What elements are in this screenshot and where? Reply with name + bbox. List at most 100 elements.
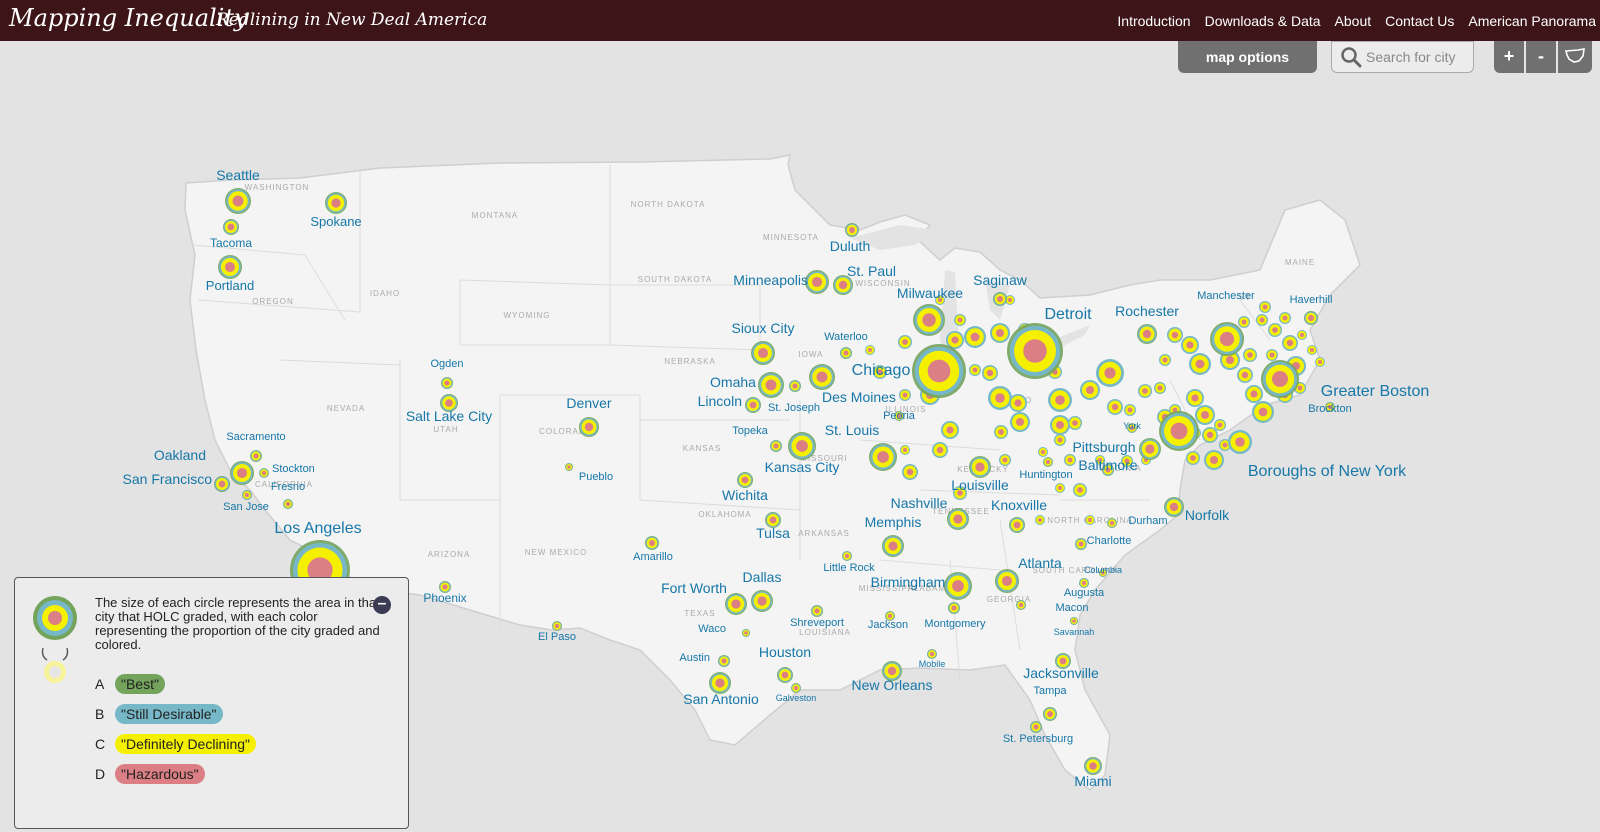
- city-marker[interactable]: [993, 292, 1007, 306]
- city-marker[interactable]: [259, 468, 269, 478]
- city-marker[interactable]: [869, 443, 897, 471]
- city-marker[interactable]: [770, 440, 782, 452]
- city-label[interactable]: Phoenix: [423, 591, 466, 605]
- city-dot[interactable]: [1247, 352, 1253, 358]
- city-marker[interactable]: [842, 551, 852, 561]
- city-dot[interactable]: [1250, 390, 1258, 398]
- city-dot[interactable]: [1142, 388, 1148, 394]
- city-label[interactable]: Shreveport: [790, 617, 844, 629]
- nav-american-panorama[interactable]: American Panorama: [1468, 13, 1596, 29]
- city-marker[interactable]: [250, 450, 262, 462]
- city-marker[interactable]: [1304, 311, 1318, 325]
- city-label[interactable]: St. Petersburg: [1003, 733, 1073, 745]
- city-marker[interactable]: [947, 508, 969, 530]
- city-label[interactable]: Columbia: [1084, 565, 1122, 575]
- city-marker[interactable]: [579, 417, 599, 437]
- city-label[interactable]: Manchester: [1197, 290, 1255, 302]
- city-dot[interactable]: [998, 429, 1004, 435]
- city-marker[interactable]: [751, 590, 773, 612]
- city-label[interactable]: Portland: [206, 278, 254, 293]
- city-dot[interactable]: [1217, 422, 1223, 428]
- city-dot[interactable]: [1016, 418, 1024, 426]
- city-dot[interactable]: [1286, 339, 1294, 347]
- city-label[interactable]: Pueblo: [579, 471, 613, 483]
- city-label[interactable]: El Paso: [538, 631, 576, 643]
- city-label[interactable]: Denver: [566, 395, 611, 411]
- city-label[interactable]: Charlotte: [1087, 535, 1132, 547]
- city-label[interactable]: Memphis: [865, 514, 922, 530]
- city-label[interactable]: Stockton: [272, 463, 315, 475]
- city-dot[interactable]: [957, 317, 963, 323]
- city-marker[interactable]: [969, 456, 991, 478]
- city-marker[interactable]: [230, 461, 254, 485]
- city-label[interactable]: Huntington: [1019, 469, 1072, 481]
- city-dot[interactable]: [972, 367, 978, 373]
- city-dot[interactable]: [1088, 518, 1092, 522]
- city-label[interactable]: Jacksonville: [1023, 665, 1099, 681]
- city-dot[interactable]: [868, 348, 872, 352]
- city-dot[interactable]: [951, 336, 959, 344]
- city-marker[interactable]: [1009, 517, 1025, 533]
- city-marker[interactable]: [758, 372, 784, 398]
- city-dot[interactable]: [986, 369, 994, 377]
- city-dot[interactable]: [1008, 298, 1012, 302]
- city-marker[interactable]: [788, 432, 816, 460]
- city-label[interactable]: Little Rock: [823, 562, 875, 574]
- city-dot[interactable]: [1210, 456, 1218, 464]
- city-label[interactable]: Brockton: [1308, 403, 1351, 415]
- city-marker[interactable]: [809, 364, 835, 390]
- city-label[interactable]: Los Angeles: [274, 520, 361, 537]
- city-label[interactable]: Kansas City: [765, 459, 840, 475]
- city-marker[interactable]: [805, 270, 829, 294]
- city-dot[interactable]: [1162, 357, 1168, 363]
- city-label[interactable]: York: [1123, 421, 1141, 431]
- city-label[interactable]: Jackson: [868, 619, 908, 631]
- city-marker[interactable]: [1139, 438, 1161, 460]
- city-label[interactable]: Tacoma: [210, 236, 252, 250]
- city-dot[interactable]: [1072, 420, 1078, 426]
- city-label[interactable]: St. Joseph: [768, 402, 820, 414]
- city-marker[interactable]: [325, 192, 347, 214]
- city-label[interactable]: Tampa: [1033, 685, 1067, 697]
- city-marker[interactable]: [565, 463, 573, 471]
- city-dot[interactable]: [1201, 411, 1209, 419]
- city-label[interactable]: Pittsburgh: [1072, 439, 1135, 455]
- city-label[interactable]: Birmingham: [871, 574, 946, 590]
- city-dot[interactable]: [903, 448, 907, 452]
- city-label[interactable]: Louisville: [951, 477, 1009, 493]
- city-marker[interactable]: [718, 655, 730, 667]
- city-dot[interactable]: [906, 468, 914, 476]
- city-marker[interactable]: [751, 341, 775, 365]
- city-dot[interactable]: [1195, 359, 1205, 369]
- city-dot[interactable]: [1191, 394, 1199, 402]
- city-dot[interactable]: [1186, 341, 1194, 349]
- city-dot[interactable]: [1272, 327, 1278, 333]
- city-label[interactable]: Seattle: [216, 167, 260, 183]
- city-label[interactable]: Detroit: [1044, 306, 1092, 323]
- city-dot[interactable]: [1041, 450, 1045, 454]
- city-marker[interactable]: [725, 593, 747, 615]
- city-label[interactable]: Rochester: [1115, 303, 1179, 319]
- city-label[interactable]: Boroughs of New York: [1248, 463, 1407, 480]
- city-dot[interactable]: [902, 392, 908, 398]
- city-label[interactable]: Norfolk: [1185, 507, 1230, 523]
- site-title[interactable]: Mapping Inequality: [9, 4, 248, 32]
- legend-collapse-button[interactable]: –: [373, 596, 391, 614]
- city-dot[interactable]: [946, 426, 954, 434]
- city-dot[interactable]: [1206, 431, 1214, 439]
- city-dot[interactable]: [1104, 367, 1116, 379]
- city-label[interactable]: Duluth: [830, 238, 870, 254]
- city-dot[interactable]: [1067, 457, 1073, 463]
- city-marker[interactable]: [927, 649, 937, 659]
- city-dot[interactable]: [1056, 421, 1064, 429]
- city-dot[interactable]: [1127, 407, 1133, 413]
- city-marker[interactable]: [1107, 518, 1117, 528]
- nav-contact-us[interactable]: Contact Us: [1385, 13, 1454, 29]
- city-label[interactable]: Amarillo: [633, 551, 673, 563]
- city-marker[interactable]: [645, 536, 659, 550]
- city-label[interactable]: Greater Boston: [1321, 383, 1430, 400]
- city-dot[interactable]: [1086, 386, 1094, 394]
- city-label[interactable]: Macon: [1055, 602, 1088, 614]
- nav-about[interactable]: About: [1335, 13, 1372, 29]
- city-label[interactable]: Dallas: [743, 569, 782, 585]
